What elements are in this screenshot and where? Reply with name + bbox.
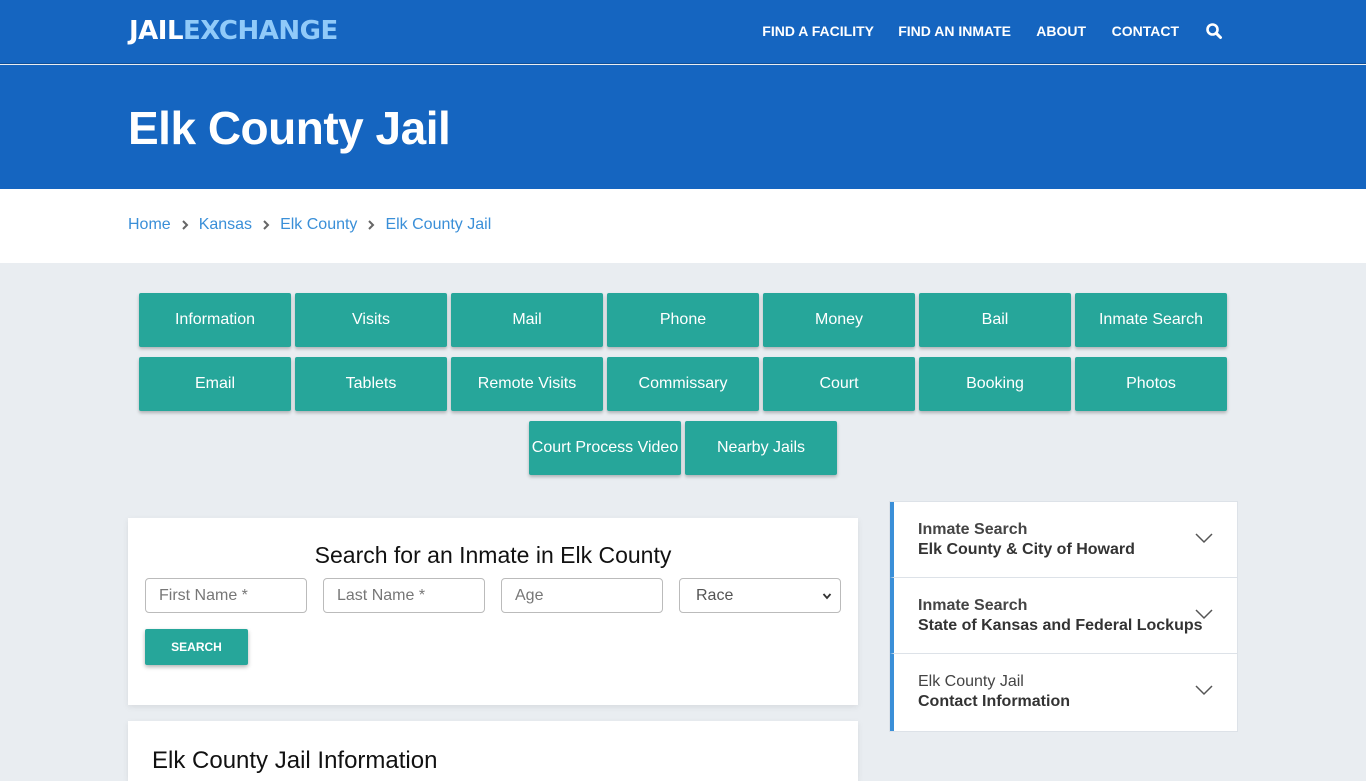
top-navbar: JAILEXCHANGE FIND A FACILITY FIND AN INM… <box>0 0 1366 64</box>
race-select-value: Race <box>696 587 734 604</box>
topic-button-tablets[interactable]: Tablets <box>295 357 447 411</box>
chevron-right-icon <box>263 220 270 230</box>
page-title: Elk County Jail <box>128 102 451 154</box>
breadcrumb-elk-county-jail[interactable]: Elk County Jail <box>385 216 491 234</box>
chevron-down-icon[interactable] <box>1195 684 1213 696</box>
site-logo[interactable]: JAILEXCHANGE <box>129 16 338 46</box>
accordion-item-subtitle: State of Kansas and Federal Lockups <box>918 617 1203 634</box>
age-input[interactable]: Age <box>501 578 663 613</box>
topic-button-booking[interactable]: Booking <box>919 357 1071 411</box>
accordion-item-contact-information[interactable]: Elk County Jail Contact Information <box>890 654 1237 731</box>
accordion-item-county-inmate-search[interactable]: Inmate Search Elk County & City of Howar… <box>890 502 1237 578</box>
nav-find-a-facility[interactable]: FIND A FACILITY <box>762 23 874 39</box>
topic-button-money[interactable]: Money <box>763 293 915 347</box>
last-name-input[interactable]: Last Name * <box>323 578 485 613</box>
topic-button-visits[interactable]: Visits <box>295 293 447 347</box>
chevron-down-icon[interactable] <box>1195 532 1213 544</box>
topic-button-bail[interactable]: Bail <box>919 293 1071 347</box>
first-name-input[interactable]: First Name * <box>145 578 307 613</box>
breadcrumb-home[interactable]: Home <box>128 216 171 234</box>
breadcrumb-bar: Home Kansas Elk County Elk County Jail <box>0 189 1366 263</box>
search-submit-button[interactable]: SEARCH <box>145 629 248 665</box>
breadcrumb-kansas[interactable]: Kansas <box>199 216 252 234</box>
search-icon[interactable] <box>1205 22 1223 40</box>
chevron-right-icon <box>181 220 189 230</box>
chevron-right-icon <box>368 220 375 230</box>
topic-button-commissary[interactable]: Commissary <box>607 357 759 411</box>
jail-information-card: Elk County Jail Information <box>128 721 858 781</box>
topic-button-remote-visits[interactable]: Remote Visits <box>451 357 603 411</box>
chevron-down-icon <box>822 593 832 600</box>
race-select[interactable]: Race <box>679 578 841 613</box>
accordion-item-title: Elk County Jail <box>918 673 1024 690</box>
nav-find-an-inmate[interactable]: FIND AN INMATE <box>898 23 1011 39</box>
topic-button-court[interactable]: Court <box>763 357 915 411</box>
topic-button-email[interactable]: Email <box>139 357 291 411</box>
inmate-search-card: Search for an Inmate in Elk County First… <box>128 518 858 705</box>
logo-jail-text: JAIL <box>129 16 184 46</box>
topic-button-information[interactable]: Information <box>139 293 291 347</box>
page-hero: Elk County Jail <box>0 65 1366 189</box>
breadcrumb-elk-county[interactable]: Elk County <box>280 216 357 234</box>
nav-about[interactable]: ABOUT <box>1036 23 1086 39</box>
accordion-item-state-federal-search[interactable]: Inmate Search State of Kansas and Federa… <box>890 578 1237 654</box>
jail-information-heading: Elk County Jail Information <box>152 747 438 774</box>
breadcrumb: Home Kansas Elk County Elk County Jail <box>128 216 491 234</box>
nav-contact[interactable]: CONTACT <box>1112 23 1179 39</box>
topic-button-court-process-video[interactable]: Court Process Video <box>529 421 681 475</box>
topic-button-nearby-jails[interactable]: Nearby Jails <box>685 421 837 475</box>
topic-button-mail[interactable]: Mail <box>451 293 603 347</box>
chevron-down-icon[interactable] <box>1195 608 1213 620</box>
topic-button-inmate-search[interactable]: Inmate Search <box>1075 293 1227 347</box>
sidebar-accordion: Inmate Search Elk County & City of Howar… <box>889 501 1238 732</box>
accordion-item-title: Inmate Search <box>918 521 1028 538</box>
topic-button-photos[interactable]: Photos <box>1075 357 1227 411</box>
topic-button-phone[interactable]: Phone <box>607 293 759 347</box>
accordion-item-subtitle: Contact Information <box>918 693 1070 710</box>
search-card-title: Search for an Inmate in Elk County <box>314 542 672 568</box>
accordion-item-subtitle: Elk County & City of Howard <box>918 541 1135 558</box>
logo-exchange-text: EXCHANGE <box>183 16 338 46</box>
accordion-item-title: Inmate Search <box>918 597 1028 614</box>
